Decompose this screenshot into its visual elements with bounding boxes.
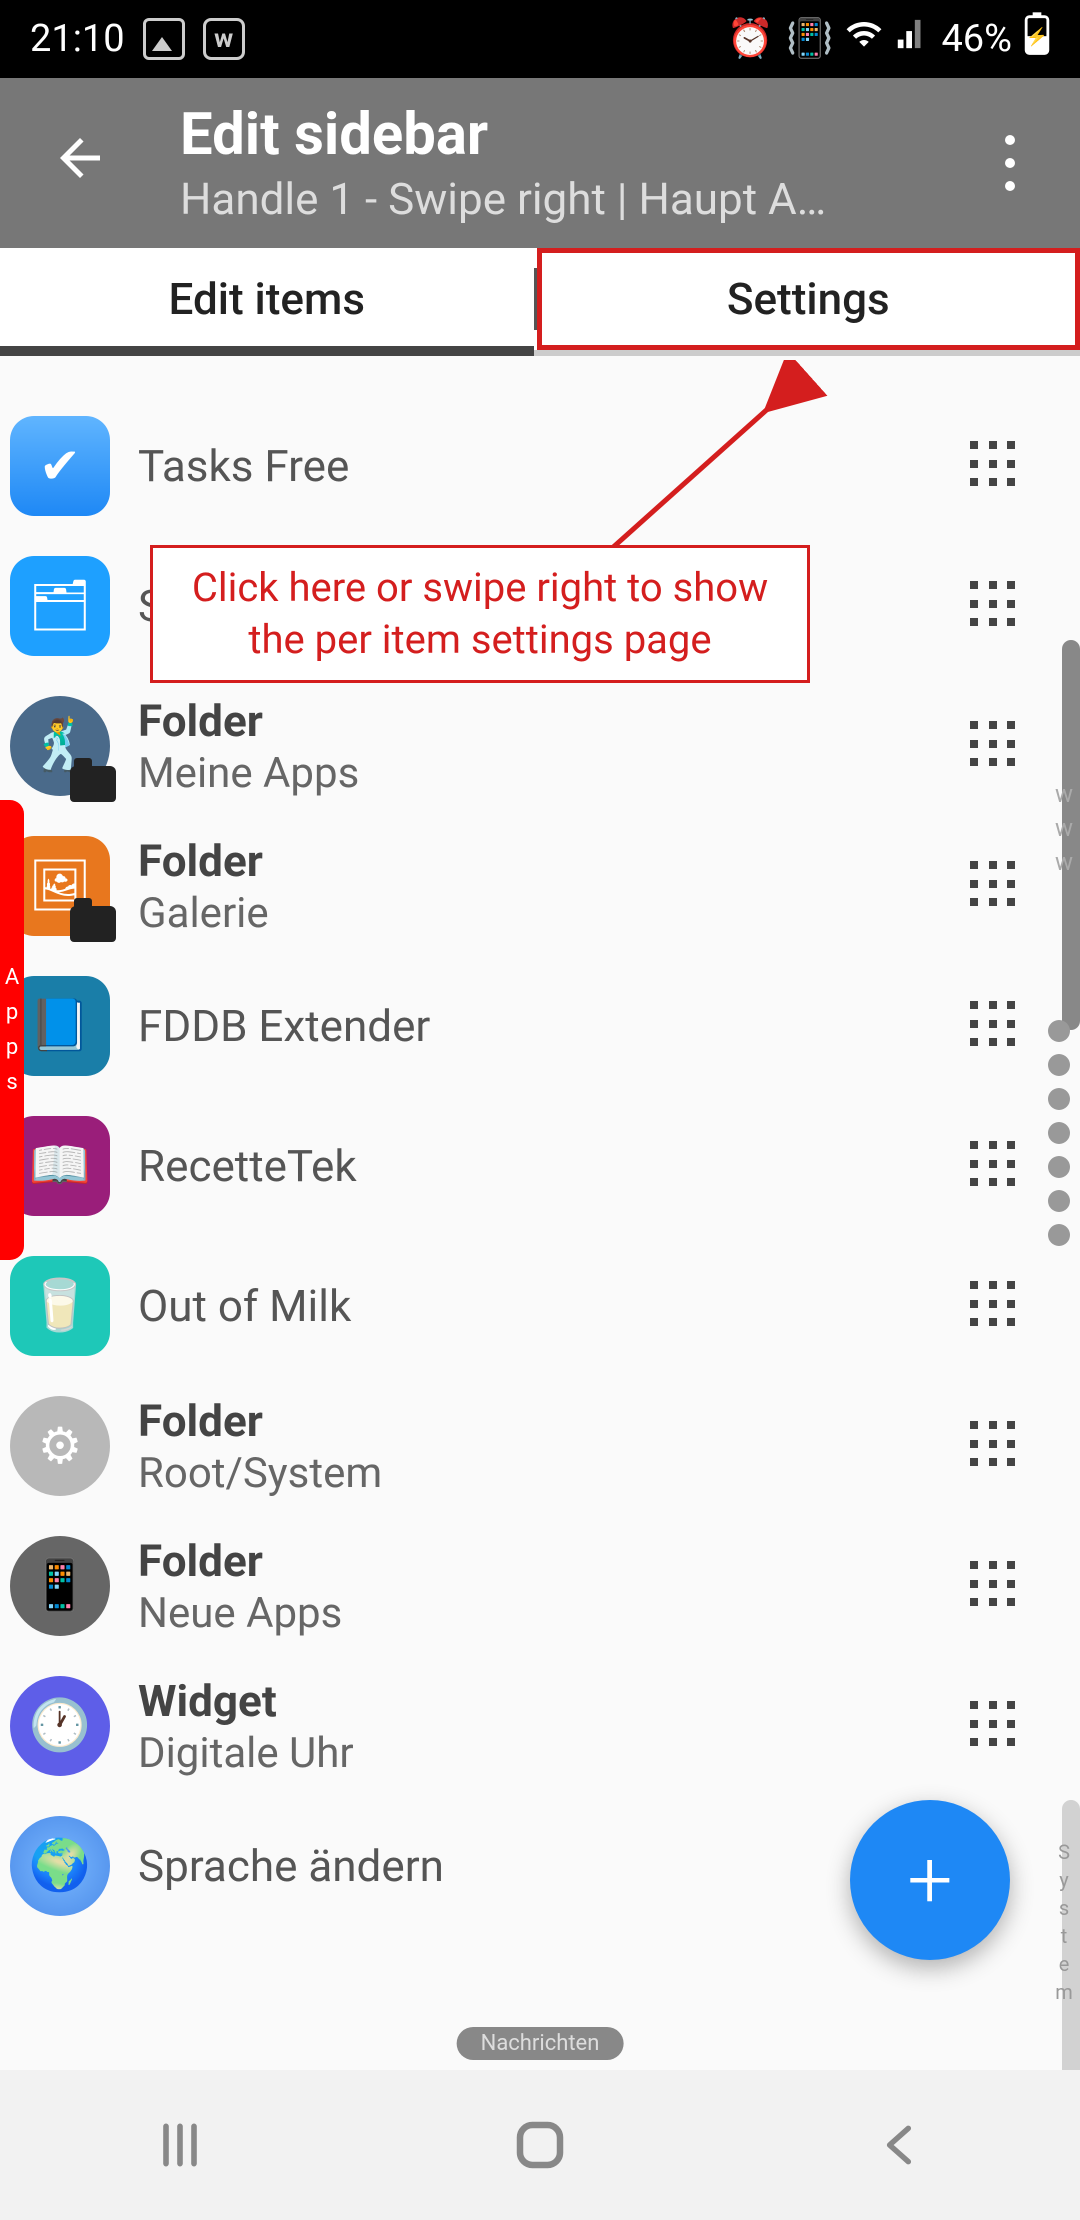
side-dots[interactable]	[1048, 1020, 1070, 1246]
annotation-callout: Click here or swipe right to show the pe…	[150, 545, 810, 683]
vibrate-icon: 📳	[786, 17, 833, 61]
list-item[interactable]: 🕺 Folder Meine Apps	[0, 676, 1080, 816]
item-title: Out of Milk	[138, 1280, 942, 1332]
folder-badge-icon	[70, 906, 116, 942]
picture-icon	[143, 18, 185, 60]
drag-handle-icon[interactable]	[970, 1561, 1020, 1611]
drag-handle-icon[interactable]	[970, 1281, 1020, 1331]
tabs: Edit items Settings	[0, 248, 1080, 356]
recettetek-icon: 📖	[10, 1116, 110, 1216]
out-of-milk-icon: 🥛	[10, 1256, 110, 1356]
list-item[interactable]: 🖼 Folder Galerie	[0, 816, 1080, 956]
list-item[interactable]: 🕐 Widget Digitale Uhr	[0, 1656, 1080, 1796]
item-subtitle: Galerie	[138, 889, 942, 938]
status-left: 21:10 w	[30, 17, 245, 61]
signal-icon	[895, 17, 929, 61]
www-handle[interactable]: www	[1050, 780, 1078, 882]
overflow-menu-button[interactable]	[990, 128, 1030, 198]
w-app-icon: w	[203, 18, 245, 60]
item-title: Tasks Free	[138, 440, 942, 492]
item-title: RecetteTek	[138, 1140, 942, 1192]
battery-icon: ⚡	[1024, 12, 1050, 66]
list-item[interactable]: ⚙ Folder Root/System	[0, 1376, 1080, 1516]
battery-text: 46%	[941, 17, 1012, 61]
list-item[interactable]: 🥛 Out of Milk	[0, 1236, 1080, 1376]
nachrichten-pill[interactable]: Nachrichten	[457, 2027, 624, 2060]
clock-widget-icon: 🕐	[10, 1676, 110, 1776]
item-subtitle: Digitale Uhr	[138, 1729, 942, 1778]
list-item[interactable]: ✔ Tasks Free	[0, 396, 1080, 536]
drag-handle-icon[interactable]	[970, 581, 1020, 631]
item-title: Folder	[138, 835, 942, 887]
drag-handle-icon[interactable]	[970, 861, 1020, 911]
svg-text:⚡: ⚡	[1026, 27, 1048, 48]
item-subtitle: Meine Apps	[138, 749, 942, 798]
solid-explorer-icon: 🗂	[10, 556, 110, 656]
system-handle[interactable]: System	[1052, 1840, 1076, 2008]
drag-handle-icon[interactable]	[970, 721, 1020, 771]
drag-handle-icon[interactable]	[970, 1001, 1020, 1051]
item-title: Folder	[138, 695, 942, 747]
folder-badge-icon	[70, 766, 116, 802]
item-subtitle: Neue Apps	[138, 1589, 942, 1638]
alarm-icon: ⏰	[727, 17, 774, 61]
drag-handle-icon[interactable]	[970, 441, 1020, 491]
tab-settings[interactable]: Settings	[537, 248, 1080, 350]
status-bar: 21:10 w ⏰ 📳 46% ⚡	[0, 0, 1080, 78]
back-button[interactable]	[50, 128, 120, 198]
item-subtitle: Root/System	[138, 1449, 942, 1498]
list-item[interactable]: 📘 FDDB Extender	[0, 956, 1080, 1096]
apps-handle[interactable]: Apps	[0, 800, 24, 1260]
title-block: Edit sidebar Handle 1 - Swipe right | Ha…	[180, 101, 990, 225]
status-right: ⏰ 📳 46% ⚡	[727, 12, 1050, 66]
nav-home-button[interactable]	[505, 2110, 575, 2180]
add-fab[interactable]: +	[850, 1800, 1010, 1960]
tasks-free-icon: ✔	[10, 416, 110, 516]
toolbar: Edit sidebar Handle 1 - Swipe right | Ha…	[0, 78, 1080, 248]
page-title: Edit sidebar	[180, 101, 990, 169]
list-item[interactable]: 📖 RecetteTek	[0, 1096, 1080, 1236]
item-title: Folder	[138, 1535, 942, 1587]
fddb-extender-icon: 📘	[10, 976, 110, 1076]
drag-handle-icon[interactable]	[970, 1141, 1020, 1191]
nav-recents-button[interactable]	[145, 2110, 215, 2180]
globe-icon: 🌍	[10, 1816, 110, 1916]
wifi-icon	[845, 15, 883, 63]
nav-back-button[interactable]	[865, 2110, 935, 2180]
item-title: Folder	[138, 1395, 942, 1447]
page-subtitle: Handle 1 - Swipe right | Haupt A…	[180, 173, 990, 225]
status-time: 21:10	[30, 17, 125, 61]
drag-handle-icon[interactable]	[970, 1421, 1020, 1471]
folder-root-system-icon: ⚙	[10, 1396, 110, 1496]
item-title: Widget	[138, 1675, 942, 1727]
folder-neue-apps-icon: 📱	[10, 1536, 110, 1636]
list-item[interactable]: 📱 Folder Neue Apps	[0, 1516, 1080, 1656]
item-title: FDDB Extender	[138, 1000, 942, 1052]
android-navbar	[0, 2070, 1080, 2220]
drag-handle-icon[interactable]	[970, 1701, 1020, 1751]
tab-edit-items[interactable]: Edit items	[0, 248, 534, 350]
